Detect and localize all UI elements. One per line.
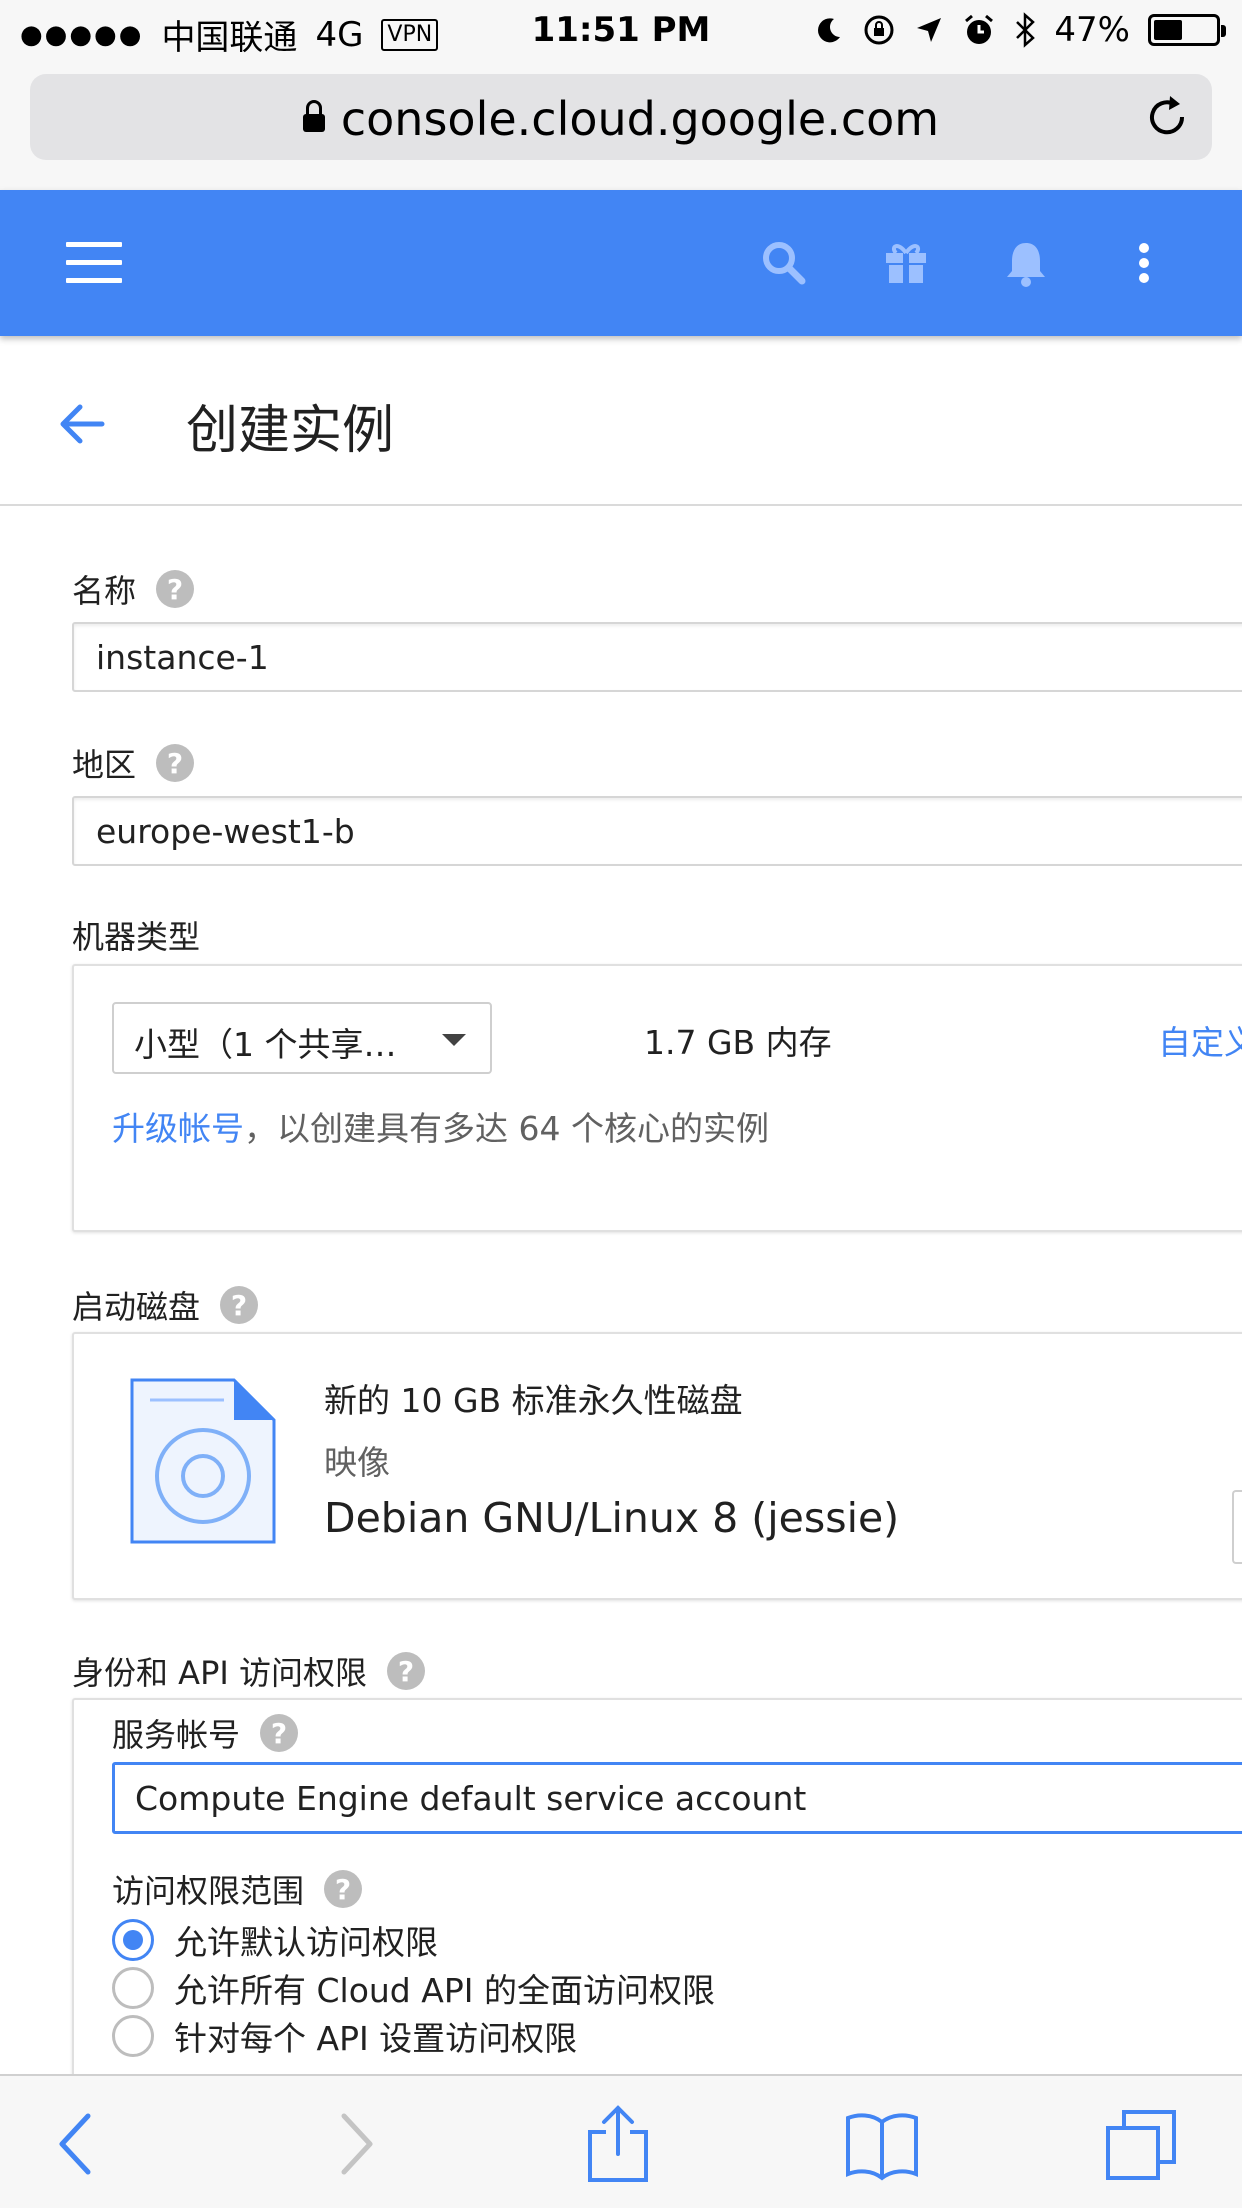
change-disk-button[interactable] [1232,1490,1242,1564]
machine-type-label-row: 机器类型 [72,912,200,958]
boot-disk-panel: 新的 10 GB 标准永久性磁盘 映像 Debian GNU/Linux 8 (… [72,1332,1242,1600]
boot-disk-label-row: 启动磁盘 ? [72,1282,259,1328]
disk-image-icon [130,1378,276,1544]
help-icon[interactable]: ? [260,1714,299,1752]
machine-type-panel: 小型（1 个共享… 1.7 GB 内存 自定义 升级帐号，以创建具有多达 64 … [72,964,1242,1232]
upgrade-account-link[interactable]: 升级帐号 [112,1109,244,1148]
help-icon[interactable]: ? [156,744,195,782]
name-input[interactable]: instance-1 [72,622,1242,692]
zone-label-row: 地区 ? [72,740,195,786]
name-label-row: 名称 ? [72,566,195,612]
status-bar: ●●●●● 中国联通 4G VPN 11:51 PM 47% [0,0,1242,62]
upgrade-text: ，以创建具有多达 64 个核心的实例 [244,1109,769,1148]
service-account-select[interactable]: Compute Engine default service account [112,1762,1242,1834]
scope-option[interactable]: 允许所有 Cloud API 的全面访问权限 [112,1964,715,2012]
disk-image-label: 映像 [324,1443,390,1482]
status-bar-right: 47% [814,10,1226,50]
address-bar[interactable]: console.cloud.google.com [30,74,1212,160]
machine-type-label: 机器类型 [72,918,201,956]
service-account-value: Compute Engine default service account [135,1779,807,1818]
address-bar-text-row: console.cloud.google.com [30,92,1212,146]
memory-text: 1.7 GB 内存 [644,1023,832,1062]
gift-icon[interactable] [878,235,934,291]
search-icon[interactable] [756,235,812,291]
scopes-label-row: 访问权限范围 ? [112,1866,363,1912]
scopes-label: 访问权限范围 [112,1872,305,1910]
more-vert-icon[interactable] [1116,235,1172,291]
scope-option-label: 允许所有 Cloud API 的全面访问权限 [174,1971,715,2010]
scope-option[interactable]: 针对每个 API 设置访问权限 [112,2012,577,2060]
browser-address-area: console.cloud.google.com [0,62,1242,190]
help-icon[interactable]: ? [324,1870,363,1908]
upgrade-row: 升级帐号，以创建具有多达 64 个核心的实例 [112,1102,769,1150]
bluetooth-icon [1016,12,1036,48]
page-header: 创建实例 [0,336,1242,506]
radio-button[interactable] [112,1919,154,1961]
radio-button[interactable] [112,2015,154,2057]
battery-percent: 47% [1054,10,1130,50]
scope-option-label: 允许默认访问权限 [174,1923,438,1962]
url-text: console.cloud.google.com [340,92,940,146]
service-account-label: 服务帐号 [112,1716,241,1754]
hamburger-menu-icon[interactable] [66,242,122,284]
battery-icon [1148,14,1226,46]
forward-icon[interactable] [314,2104,394,2184]
bookmarks-icon[interactable] [842,2104,922,2184]
chevron-down-icon [442,1034,466,1046]
share-icon[interactable] [578,2104,658,2184]
machine-type-select[interactable]: 小型（1 个共享… [112,1002,492,1074]
zone-select[interactable]: europe-west1-b [72,796,1242,866]
machine-type-select-value: 小型（1 个共享… [134,1025,397,1064]
moon-icon [818,18,841,43]
page-title: 创建实例 [186,401,395,461]
console-app-bar [0,190,1242,336]
alarm-icon [965,14,994,44]
browser-toolbar [0,2074,1242,2208]
battery-level [1154,20,1182,40]
radio-button[interactable] [112,1967,154,2009]
disk-image-value: Debian GNU/Linux 8 (jessie) [324,1494,900,1542]
identity-label-row: 身份和 API 访问权限 ? [72,1648,425,1694]
zone-label: 地区 [72,746,137,784]
bell-icon[interactable] [998,235,1054,291]
scope-option[interactable]: 允许默认访问权限 [112,1916,438,1964]
reload-icon[interactable] [1140,90,1194,144]
scope-option-label: 针对每个 API 设置访问权限 [174,2019,578,2058]
service-account-label-row: 服务帐号 ? [112,1710,299,1756]
back-icon[interactable] [38,2104,118,2184]
disk-title: 新的 10 GB 标准永久性磁盘 [324,1381,743,1420]
customize-link[interactable]: 自定义 [1158,1016,1242,1064]
name-label: 名称 [72,572,137,610]
tabs-icon[interactable] [1102,2104,1182,2184]
location-icon [917,18,942,42]
name-input-value: instance-1 [96,638,269,677]
rotation-lock-icon [864,15,894,45]
boot-disk-label: 启动磁盘 [72,1288,201,1326]
help-icon[interactable]: ? [156,570,195,608]
lock-icon [302,99,325,132]
arrow-back-icon[interactable] [56,398,108,450]
identity-panel: 服务帐号 ? Compute Engine default service ac… [72,1698,1242,2118]
help-icon[interactable]: ? [220,1286,259,1324]
identity-label: 身份和 API 访问权限 [72,1654,367,1692]
zone-select-value: europe-west1-b [96,812,355,851]
help-icon[interactable]: ? [386,1652,425,1690]
